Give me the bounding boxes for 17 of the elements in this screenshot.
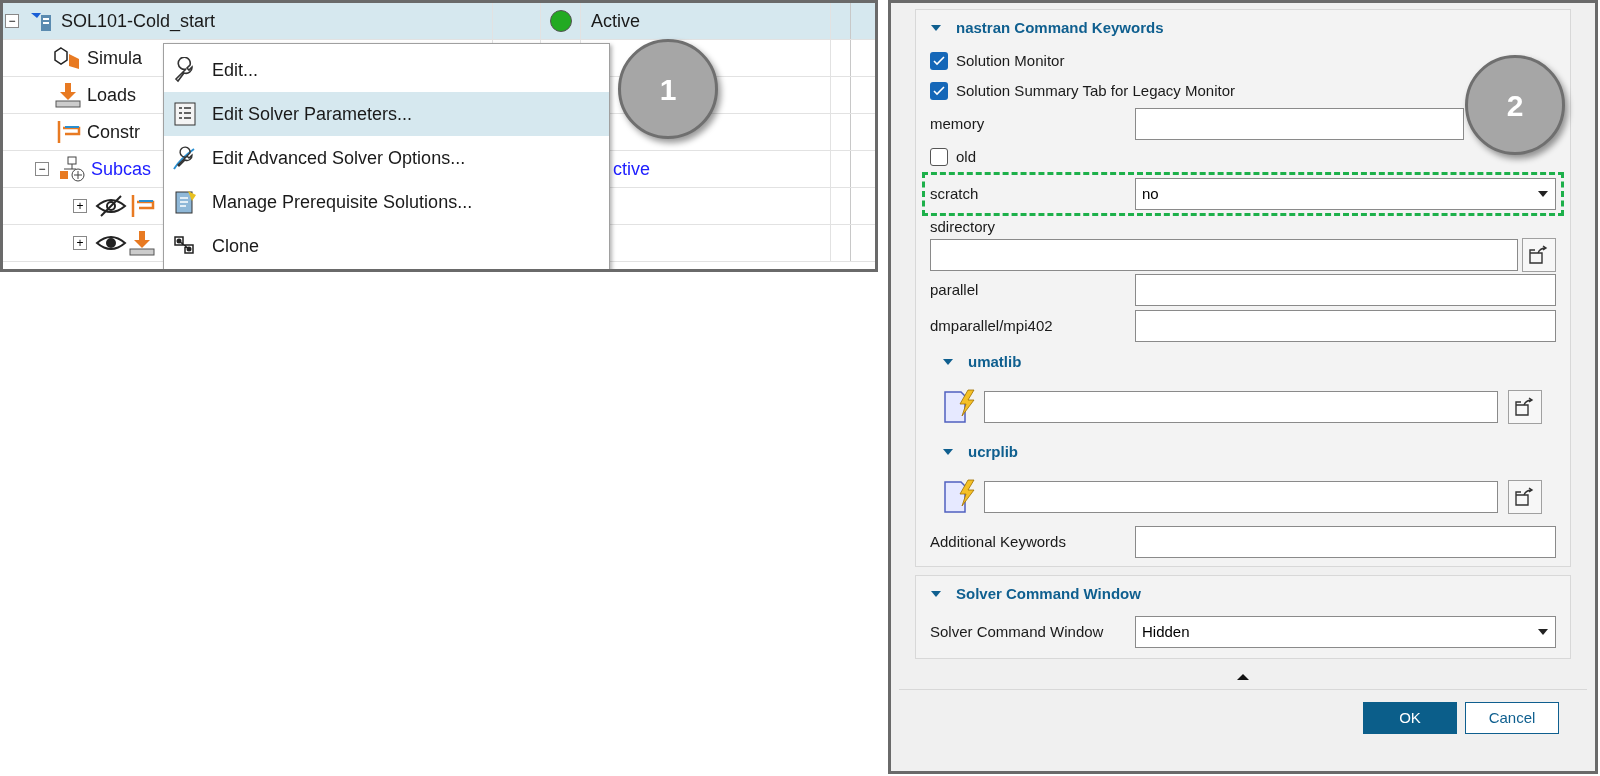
checkbox-label: Solution Summary Tab for Legacy Monitor: [956, 80, 1236, 101]
checkbox-label: Solution Monitor: [956, 50, 1065, 71]
status-text: Active: [591, 9, 641, 33]
field-label: sdirectory: [930, 217, 997, 237]
status-text: ctive: [613, 157, 650, 181]
field-label: Solver Command Window: [930, 621, 1105, 642]
tree-item-label: Subcas: [91, 157, 152, 181]
field-label: parallel: [930, 279, 980, 300]
field-label: dmparallel/mpi402: [930, 315, 1054, 336]
tree-item-label: SOL101-Cold_start: [61, 9, 216, 34]
tree-item-label: Simula: [87, 46, 143, 70]
field-label: Additional Keywords: [930, 531, 1067, 552]
checkbox-label: old: [956, 146, 977, 167]
field-label: memory: [930, 113, 986, 134]
tree-item-label: Loads: [87, 83, 137, 107]
tree-item-label: Constr: [87, 120, 140, 144]
field-label: scratch: [930, 183, 980, 204]
